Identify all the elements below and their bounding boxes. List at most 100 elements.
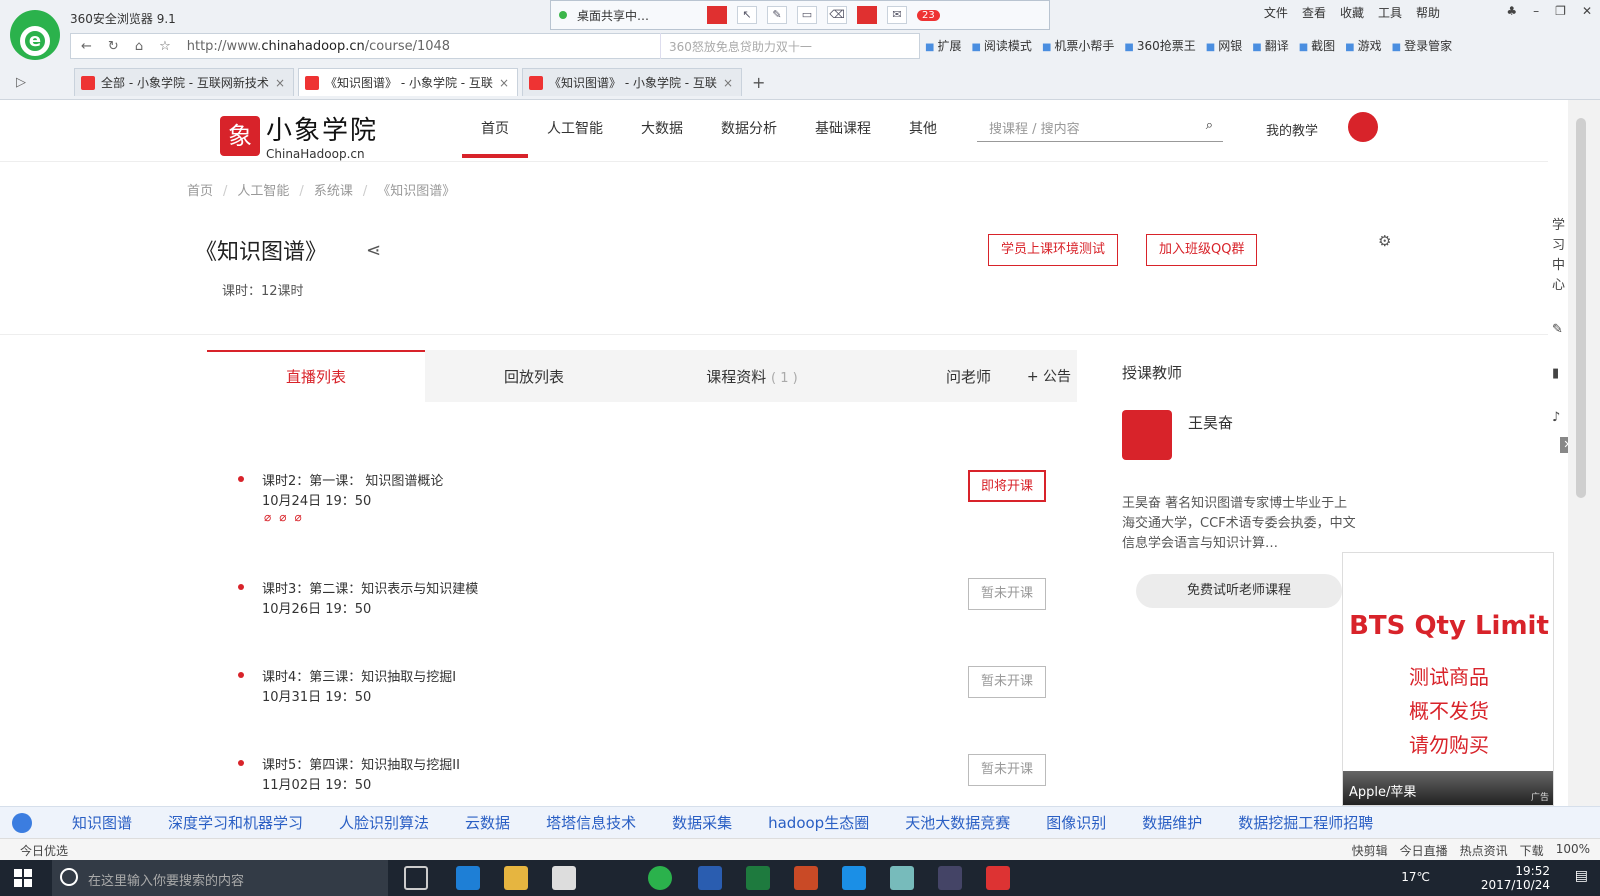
tab-ask-teacher[interactable]: 问老师	[861, 366, 991, 387]
tab-close-icon[interactable]: ×	[723, 76, 733, 90]
menu-view[interactable]: 查看	[1302, 4, 1326, 21]
hotword-link[interactable]: 天池大数据竞赛	[905, 812, 1010, 833]
store-icon[interactable]	[552, 866, 576, 890]
tab-close-icon[interactable]: ×	[499, 76, 509, 90]
menu-tools[interactable]: 工具	[1378, 4, 1402, 21]
ext-flight[interactable]: 机票小帮手	[1042, 37, 1114, 54]
lesson-status-button[interactable]: 暂未开课	[968, 754, 1046, 786]
browser-tab-active[interactable]: 《知识图谱》 - 小象学院 - 互联 ×	[298, 68, 518, 96]
search-icon[interactable]: ⌕	[1206, 118, 1213, 133]
gear-icon[interactable]: ⚙	[1378, 232, 1391, 250]
tab-materials[interactable]: 课程资料 ( 1 )	[643, 366, 861, 387]
taskbar-search-input[interactable]: 在这里输入你要搜索的内容	[52, 860, 388, 896]
hotword-link[interactable]: 数据维护	[1142, 812, 1202, 833]
hotword-link[interactable]: hadoop生态圈	[768, 812, 869, 833]
ext-extend[interactable]: 扩展	[925, 37, 961, 54]
tab-live-list[interactable]: 直播列表	[207, 350, 425, 402]
edge-icon[interactable]	[456, 866, 480, 890]
tab-replay-list[interactable]: 回放列表	[425, 366, 643, 387]
chat-icon[interactable]: ✉	[887, 6, 907, 24]
reload-icon[interactable]: ↻	[108, 39, 119, 54]
pencil-icon[interactable]: ✎	[1552, 322, 1563, 337]
minimize-button[interactable]: –	[1533, 4, 1539, 18]
ext-games[interactable]: 游戏	[1345, 37, 1382, 54]
menu-file[interactable]: 文件	[1264, 4, 1288, 21]
ext-screenshot[interactable]: 截图	[1299, 37, 1335, 54]
hotword-link[interactable]: 知识图谱	[72, 812, 132, 833]
teacher-name[interactable]: 王昊奋	[1188, 412, 1233, 433]
hotword-link[interactable]: 人脸识别算法	[339, 812, 429, 833]
star-icon[interactable]: ☆	[159, 39, 171, 54]
study-center-link[interactable]: 学习中心	[1552, 216, 1566, 296]
live-app-icon[interactable]	[986, 866, 1010, 890]
menu-help[interactable]: 帮助	[1416, 4, 1440, 21]
rect-tool-icon[interactable]: ▭	[797, 6, 817, 24]
crumb-system[interactable]: 系统课	[299, 180, 353, 199]
weather-temp[interactable]: 17℃	[1401, 870, 1430, 884]
screen-app-icon[interactable]	[938, 866, 962, 890]
page-scrollbar[interactable]	[1568, 100, 1600, 806]
scrollbar-thumb[interactable]	[1576, 118, 1586, 498]
back-icon[interactable]: ←	[81, 39, 92, 54]
powerpoint-icon[interactable]	[794, 866, 818, 890]
sidebar-toggle-icon[interactable]: ▷	[0, 75, 70, 90]
site-search-input[interactable]: 搜课程 / 搜内容 ⌕	[977, 116, 1223, 142]
hotword-link[interactable]: 数据挖掘工程师招聘	[1238, 812, 1373, 833]
nav-basic[interactable]: 基础课程	[796, 118, 890, 158]
lesson-status-button[interactable]: 暂未开课	[968, 578, 1046, 610]
explorer-icon[interactable]	[504, 866, 528, 890]
join-qq-button[interactable]: 加入班级QQ群	[1146, 234, 1258, 266]
hotword-link[interactable]: 塔塔信息技术	[546, 812, 636, 833]
task-view-icon[interactable]	[404, 866, 428, 890]
status-clip[interactable]: 快剪辑	[1352, 842, 1388, 859]
notebook-icon[interactable]: ▮	[1552, 366, 1559, 381]
bell-icon[interactable]: ♪	[1552, 410, 1560, 425]
status-download[interactable]: 下载	[1520, 842, 1544, 859]
home-icon[interactable]: ⌂	[135, 39, 143, 54]
ext-bank[interactable]: 网银	[1206, 37, 1242, 54]
word-icon[interactable]	[698, 866, 722, 890]
skin-icon[interactable]: ♣	[1506, 4, 1517, 18]
ext-ticket[interactable]: 360抢票王	[1124, 37, 1196, 54]
maximize-button[interactable]: ❐	[1555, 4, 1566, 18]
new-tab-icon[interactable]: +	[752, 73, 765, 92]
nav-ai[interactable]: 人工智能	[528, 118, 622, 158]
ext-reader[interactable]: 阅读模式	[971, 37, 1032, 54]
status-live[interactable]: 今日直播	[1400, 842, 1448, 859]
ie-icon[interactable]	[842, 866, 866, 890]
ext-translate[interactable]: 翻译	[1252, 37, 1289, 54]
lesson-name[interactable]: 课时5：第四课：知识抽取与挖掘II	[262, 754, 460, 773]
menu-favorites[interactable]: 收藏	[1340, 4, 1364, 21]
site-logo[interactable]: 象 小象学院 ChinaHadoop.cn	[220, 110, 378, 161]
url-text[interactable]: http://www.chinahadoop.cn/course/1048	[187, 39, 450, 54]
share-icon[interactable]: ⋖	[366, 240, 381, 261]
hotword-link[interactable]: 云数据	[465, 812, 510, 833]
lesson-name[interactable]: 课时2：第一课： 知识图谱概论	[262, 470, 443, 489]
browser-tab[interactable]: 全部 - 小象学院 - 互联网新技术 ×	[74, 68, 294, 96]
notification-icon[interactable]: ▤	[1575, 868, 1588, 884]
browser-tab[interactable]: 《知识图谱》 - 小象学院 - 互联 ×	[522, 68, 742, 96]
hotword-link[interactable]: 深度学习和机器学习	[168, 812, 303, 833]
windows-start-icon[interactable]	[14, 869, 32, 887]
ext-login[interactable]: 登录管家	[1392, 37, 1452, 54]
nav-other[interactable]: 其他	[890, 118, 956, 158]
browser360-icon[interactable]	[648, 866, 672, 890]
pen-tool-icon[interactable]: ✎	[767, 6, 787, 24]
nav-bigdata[interactable]: 大数据	[622, 118, 702, 158]
hotword-link[interactable]: 图像识别	[1046, 812, 1106, 833]
nav-analysis[interactable]: 数据分析	[702, 118, 796, 158]
pointer-tool-icon[interactable]: ↖	[737, 6, 757, 24]
system-clock[interactable]: 19:52 2017/10/24	[1481, 864, 1550, 892]
eraser-tool-icon[interactable]: ⌫	[827, 6, 847, 24]
stop-share-button[interactable]	[707, 6, 727, 24]
env-test-button[interactable]: 学员上课环境测试	[988, 234, 1119, 266]
browser-search-input[interactable]: 360怒放免息贷助力双十一	[660, 33, 920, 59]
hotword-search-icon[interactable]	[12, 812, 32, 833]
free-trial-button[interactable]: 免费试听老师课程	[1136, 574, 1342, 608]
lesson-status-button[interactable]: 暂未开课	[968, 666, 1046, 698]
nav-home[interactable]: 首页	[462, 118, 528, 158]
color-picker-button[interactable]	[857, 6, 877, 24]
user-avatar[interactable]	[1348, 112, 1378, 142]
announcement-button[interactable]: + 公告	[991, 366, 1071, 386]
attachment-icon[interactable]: ⌀⌀⌀	[264, 510, 310, 524]
